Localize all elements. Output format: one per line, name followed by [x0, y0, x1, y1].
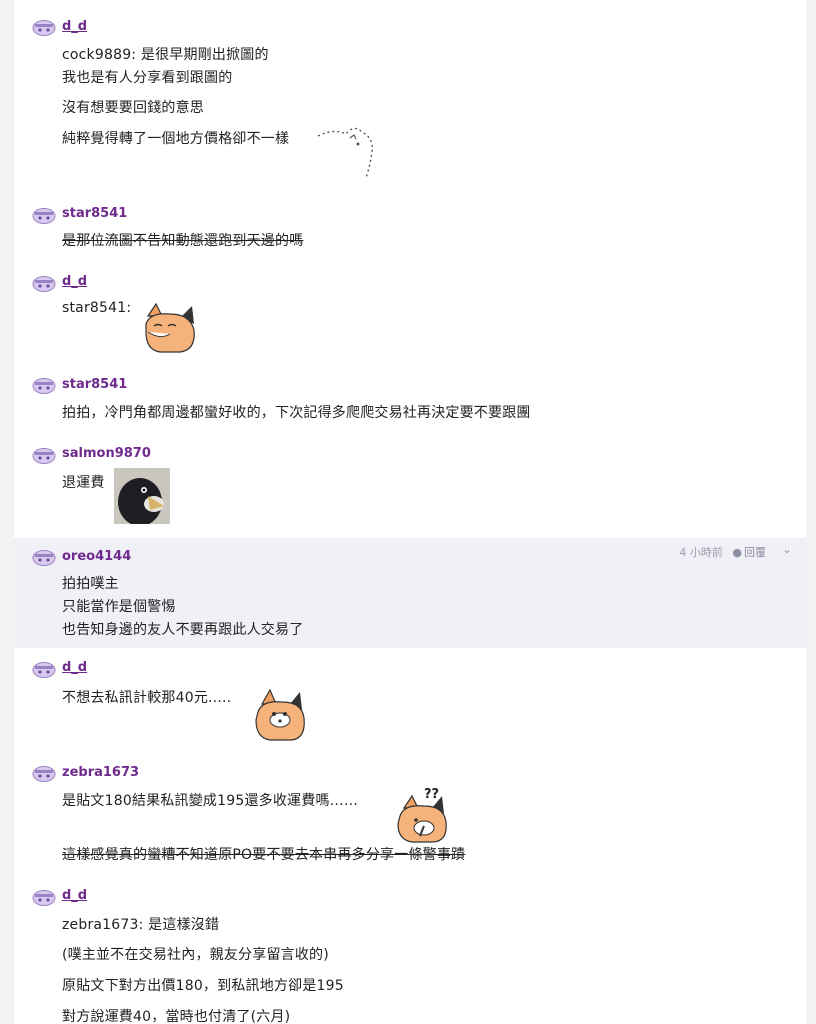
username[interactable]: d_d — [62, 274, 87, 289]
comment-item: star8541 是那位流圖不告知動態還跑到天邊的嗎 — [14, 190, 806, 258]
plurk-response-list: d_d cock9889: 是很早期剛出掀圖的 我也是有人分享看到跟圖的 沒有想… — [14, 0, 806, 1024]
comment-text: cock9889: 是很早期剛出掀圖的 — [62, 47, 269, 63]
comment-text: 對方說運費40，當時也付清了(六月) — [62, 1009, 291, 1024]
comment-text: 退運費 — [62, 475, 105, 491]
plurk-avatar-icon — [32, 662, 56, 678]
speech-bubble-icon: ● — [732, 546, 742, 559]
comment-text: 這樣感覺真的蠻糟不知道原PO要不要去本串再多分享一條警事蹟 — [62, 847, 466, 863]
comment-text: 是那位流圖不告知動態還跑到天邊的嗎 — [62, 233, 304, 249]
username[interactable]: d_d — [62, 888, 87, 903]
fox-sticker — [145, 302, 195, 353]
timestamp: 4 小時前 — [679, 546, 723, 559]
fox-sticker — [255, 688, 305, 741]
plurk-avatar-icon — [32, 766, 56, 782]
comment-text: 只能當作是個警惕 — [62, 599, 176, 615]
username[interactable]: zebra1673 — [62, 765, 139, 780]
plurk-avatar-icon — [32, 448, 56, 464]
comment-item: d_d cock9889: 是很早期剛出掀圖的 我也是有人分享看到跟圖的 沒有想… — [14, 0, 806, 190]
comment-text: 拍拍，冷門角都周邊都蠻好收的，下次記得多爬爬交易社再決定要不要跟團 — [62, 405, 531, 421]
comment-text: 我也是有人分享看到跟圖的 — [62, 70, 233, 86]
comment-item-highlighted: oreo4144 4 小時前 ● 回覆 ⌄ 拍拍噗主 只能當作是個警惕 也告知身邊… — [14, 538, 806, 648]
username[interactable]: salmon9870 — [62, 446, 151, 461]
comment-text: zebra1673: 是這樣沒錯 — [62, 917, 220, 933]
plurk-avatar-icon — [32, 378, 56, 394]
plurk-avatar-icon — [32, 890, 56, 906]
chevron-down-icon[interactable]: ⌄ — [782, 542, 792, 556]
comment-item: zebra1673 是貼文180結果私訊變成195還多收運費嗎…… ?? 這樣感… — [14, 758, 806, 878]
username[interactable]: d_d — [62, 660, 87, 675]
comment-text: 原貼文下對方出價180，到私訊地方卻是195 — [62, 978, 344, 994]
comment-text: 不想去私訊計較那40元..... — [62, 690, 232, 706]
dotted-trail-sticker — [317, 127, 373, 179]
reply-button[interactable]: ● 回覆 — [732, 546, 766, 559]
comment-item: d_d zebra1673: 是這樣沒錯 (噗主並不在交易社內，親友分享留言收的… — [14, 878, 806, 1024]
plurk-avatar-icon — [32, 20, 56, 36]
comment-text: 也告知身邊的友人不要再跟此人交易了 — [62, 622, 304, 638]
username[interactable]: d_d — [62, 19, 87, 34]
username[interactable]: oreo4144 — [62, 549, 131, 564]
comment-item: salmon9870 退運費 — [14, 436, 806, 534]
comment-text: star8541: — [62, 300, 132, 316]
comment-text: 是貼文180結果私訊變成195還多收運費嗎…… — [62, 793, 359, 809]
comment-text: 沒有想要要回錢的意思 — [62, 100, 204, 116]
comment-item: d_d star8541: — [14, 258, 806, 368]
penguin-photo-sticker — [114, 468, 170, 524]
comment-text: (噗主並不在交易社內，親友分享留言收的) — [62, 947, 329, 963]
comment-text: 純粹覺得轉了一個地方價格卻不一樣 — [62, 131, 290, 147]
plurk-avatar-icon — [32, 208, 56, 224]
plurk-avatar-icon — [32, 276, 56, 292]
plurk-avatar-icon — [32, 550, 56, 566]
fox-question-sticker: ?? — [397, 787, 447, 843]
comment-meta: 4 小時前 ● 回覆 — [673, 544, 766, 560]
username[interactable]: star8541 — [62, 377, 127, 392]
svg-text:??: ?? — [424, 787, 439, 802]
comment-item: d_d 不想去私訊計較那40元..... — [14, 650, 806, 758]
username[interactable]: star8541 — [62, 206, 127, 221]
comment-item: star8541 拍拍，冷門角都周邊都蠻好收的，下次記得多爬爬交易社再決定要不要… — [14, 368, 806, 436]
comment-text: 拍拍噗主 — [62, 576, 119, 592]
